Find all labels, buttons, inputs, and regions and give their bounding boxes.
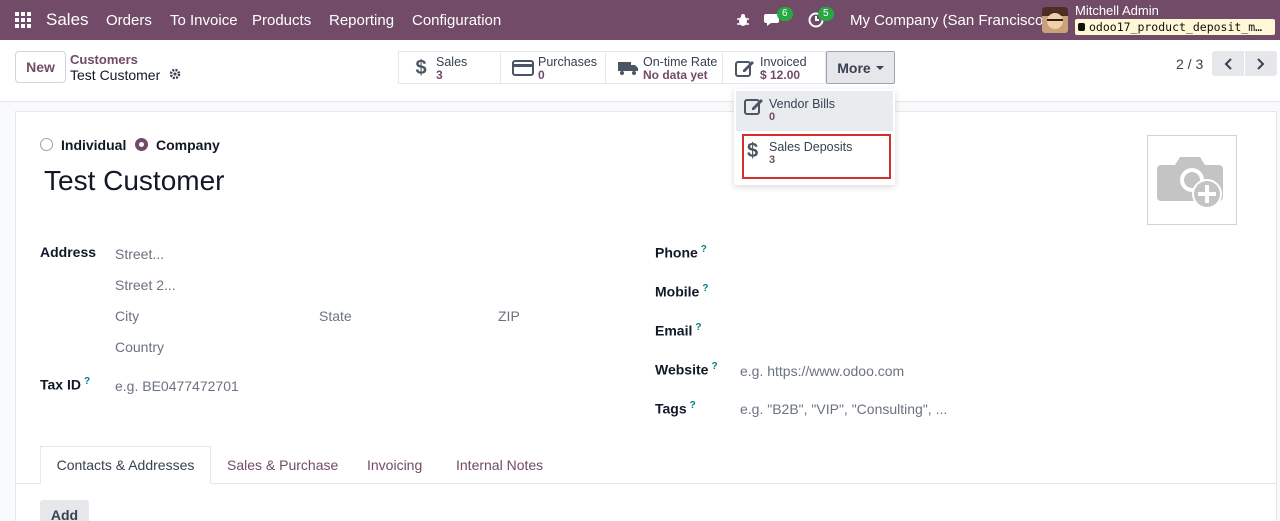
pager-previous-button[interactable] [1212, 51, 1244, 76]
zip-input[interactable]: ZIP [498, 308, 520, 324]
smart-button-on-time-rate[interactable]: On-time Rate No data yet [605, 51, 723, 84]
add-contact-button[interactable]: Add [40, 500, 89, 521]
chevron-left-icon [1224, 57, 1232, 70]
messages-icon[interactable] [764, 0, 782, 40]
user-avatar[interactable] [1042, 7, 1068, 33]
dropdown-item-value: 0 [769, 111, 776, 123]
tax-id-input[interactable]: e.g. BE0477472701 [115, 378, 239, 394]
help-tooltip-icon[interactable]: ? [701, 244, 707, 255]
address-label: Address [40, 244, 97, 260]
credit-card-icon [511, 56, 535, 80]
radio-company[interactable] [135, 138, 148, 151]
chevron-right-icon [1257, 57, 1265, 70]
apps-menu-icon[interactable] [15, 0, 35, 40]
pager-value[interactable]: 2 / 3 [1176, 56, 1203, 72]
camera-plus-icon [1157, 157, 1223, 209]
country-select[interactable]: Country [115, 339, 164, 355]
tab-sales-purchase[interactable]: Sales & Purchase [227, 446, 338, 484]
smart-button-value: No data yet [643, 68, 708, 82]
mobile-label: Mobile? [655, 283, 709, 300]
website-label: Website? [655, 361, 718, 378]
breadcrumb-current: Test Customer [70, 67, 161, 83]
new-button[interactable]: New [15, 51, 66, 83]
activities-count-badge: 5 [818, 7, 834, 21]
tags-label: Tags? [655, 400, 696, 417]
control-panel: New Customers Test Customer $ Sales 3 Pu… [0, 40, 1280, 102]
more-dropdown-button[interactable]: More [826, 51, 895, 84]
dropdown-item-value: 3 [769, 154, 776, 166]
gear-icon[interactable] [169, 68, 181, 83]
smart-button-invoiced[interactable]: Invoiced $ 12.00 [722, 51, 826, 84]
messages-count-badge: 6 [777, 7, 793, 21]
tab-invoicing[interactable]: Invoicing [367, 446, 422, 484]
radio-company-label[interactable]: Company [156, 137, 220, 153]
website-input[interactable]: e.g. https://www.odoo.com [740, 363, 904, 379]
breadcrumb-customers[interactable]: Customers [70, 52, 138, 67]
state-select[interactable]: State [319, 308, 352, 324]
database-name: odoo17_product_deposit_m… [1075, 19, 1275, 35]
more-label: More [837, 59, 871, 76]
user-name[interactable]: Mitchell Admin [1075, 3, 1159, 18]
smart-button-label: On-time Rate [643, 55, 718, 69]
dollar-icon: $ [415, 56, 427, 79]
smart-button-sales[interactable]: $ Sales 3 [398, 51, 501, 84]
avatar-upload[interactable] [1147, 135, 1237, 225]
help-tooltip-icon[interactable]: ? [690, 400, 696, 411]
dropdown-item-label: Sales Deposits [769, 140, 853, 154]
smart-button-purchases[interactable]: Purchases 0 [500, 51, 606, 84]
radio-individual[interactable] [40, 138, 53, 151]
smart-button-value: 3 [436, 68, 443, 82]
tab-contacts-addresses[interactable]: Contacts & Addresses [40, 446, 211, 484]
help-tooltip-icon[interactable]: ? [695, 322, 701, 333]
top-navbar: Sales Orders To Invoice Products Reporti… [0, 0, 1280, 40]
tax-id-label: Tax ID? [40, 376, 91, 393]
street2-input[interactable]: Street 2... [115, 277, 176, 293]
debug-bug-icon[interactable] [736, 0, 750, 40]
help-tooltip-icon[interactable]: ? [702, 283, 708, 294]
help-tooltip-icon[interactable]: ? [711, 361, 717, 372]
app-name[interactable]: Sales [46, 0, 89, 40]
smart-button-label: Invoiced [760, 55, 807, 69]
dollar-icon: $ [747, 140, 759, 162]
menu-to-invoice[interactable]: To Invoice [170, 0, 238, 40]
menu-configuration[interactable]: Configuration [412, 0, 501, 40]
help-tooltip-icon[interactable]: ? [84, 376, 90, 387]
dropdown-item-sales-deposits[interactable]: $ Sales Deposits 3 [742, 134, 891, 179]
menu-orders[interactable]: Orders [106, 0, 152, 40]
smart-button-value: $ 12.00 [760, 68, 801, 82]
menu-reporting[interactable]: Reporting [329, 0, 394, 40]
caret-down-icon [875, 65, 884, 70]
edit-icon [733, 56, 757, 80]
street-input[interactable]: Street... [115, 246, 164, 262]
edit-icon [744, 97, 764, 121]
tags-input[interactable]: e.g. "B2B", "VIP", "Consulting", ... [740, 401, 947, 417]
menu-products[interactable]: Products [252, 0, 311, 40]
dropdown-item-label: Vendor Bills [769, 97, 836, 111]
email-label: Email? [655, 322, 702, 339]
city-input[interactable]: City [115, 308, 139, 324]
company-switcher[interactable]: My Company (San Francisco) [850, 0, 1048, 40]
smart-button-value: 0 [538, 68, 545, 82]
pager-next-button[interactable] [1245, 51, 1277, 76]
smart-button-label: Sales [436, 55, 468, 69]
phone-label: Phone? [655, 244, 707, 261]
dropdown-item-vendor-bills[interactable]: Vendor Bills 0 [736, 91, 893, 131]
smart-button-label: Purchases [538, 55, 598, 69]
radio-individual-label[interactable]: Individual [61, 137, 126, 153]
tab-internal-notes[interactable]: Internal Notes [456, 446, 543, 484]
truck-icon [616, 56, 640, 80]
record-name-field[interactable]: Test Customer [44, 165, 225, 197]
